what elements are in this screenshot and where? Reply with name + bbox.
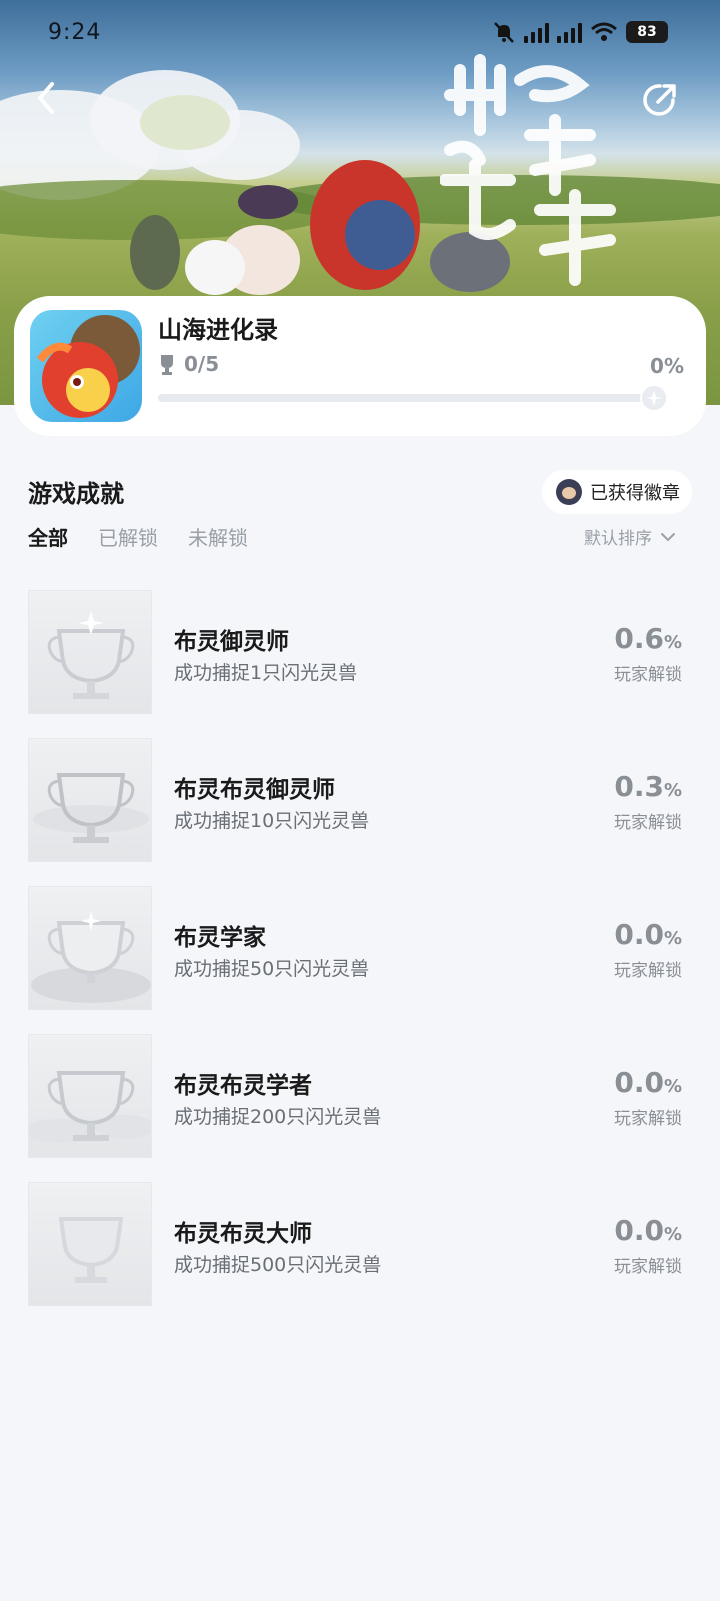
achievement-item[interactable]: 布灵学家 成功捕捉50只闪光灵兽 0.0% 玩家解锁 <box>28 886 692 1010</box>
tab-all[interactable]: 全部 <box>28 522 68 551</box>
achievement-unlock-rate: 0.0% <box>614 918 682 951</box>
achievement-description: 成功捕捉50只闪光灵兽 <box>174 958 370 980</box>
game-info-card: 山海进化录 0/5 0% <box>14 296 706 436</box>
back-button[interactable] <box>28 78 64 118</box>
game-title: 山海进化录 <box>158 316 278 344</box>
status-bar: 9:24 83 <box>0 0 720 66</box>
achievement-name: 布灵布灵御灵师 <box>174 777 335 803</box>
achievement-unlock-label: 玩家解锁 <box>614 665 682 685</box>
achievement-unlock-label: 玩家解锁 <box>614 1109 682 1129</box>
achievement-unlock-label: 玩家解锁 <box>614 813 682 833</box>
achievement-unlock-rate: 0.6% <box>614 622 682 655</box>
earned-badges-button[interactable]: 已获得徽章 <box>542 470 692 514</box>
trophy-count-text: 0/5 <box>184 352 220 376</box>
mute-bell-icon <box>494 22 514 43</box>
wifi-icon <box>591 22 617 41</box>
badge-avatar-icon <box>556 479 582 505</box>
achievement-name: 布灵御灵师 <box>174 629 289 655</box>
trophy-image-icon <box>28 590 152 714</box>
achievement-description: 成功捕捉500只闪光灵兽 <box>174 1254 382 1276</box>
creature-bat <box>238 185 298 219</box>
trophy-image-icon <box>28 738 152 862</box>
tab-unlocked[interactable]: 已解锁 <box>98 522 158 551</box>
creature-shell <box>345 200 415 270</box>
progress-end-knob <box>640 384 668 412</box>
achievement-name: 布灵布灵学者 <box>174 1073 312 1099</box>
achievement-name: 布灵学家 <box>174 925 266 951</box>
share-button[interactable] <box>640 80 680 120</box>
phoenix-creature-icon <box>36 315 140 418</box>
tab-locked[interactable]: 未解锁 <box>188 522 248 551</box>
status-time: 9:24 <box>48 20 102 45</box>
achievement-description: 成功捕捉10只闪光灵兽 <box>174 810 370 832</box>
game-app-icon[interactable] <box>30 310 142 422</box>
signal-icon-2 <box>557 21 582 43</box>
achievement-unlock-rate: 0.3% <box>614 770 682 803</box>
achievement-item[interactable]: 布灵布灵大师 成功捕捉500只闪光灵兽 0.0% 玩家解锁 <box>28 1182 692 1306</box>
achievement-unlock-rate: 0.0% <box>614 1214 682 1247</box>
sort-dropdown[interactable]: 默认排序 <box>584 524 676 549</box>
achievement-description: 成功捕捉1只闪光灵兽 <box>174 662 358 684</box>
earned-badges-label: 已获得徽章 <box>590 483 680 504</box>
creature-white-cat <box>185 240 245 295</box>
share-icon <box>643 84 676 116</box>
signal-icon-1 <box>524 21 549 43</box>
sort-label: 默认排序 <box>584 529 652 549</box>
achievement-item[interactable]: 布灵布灵学者 成功捕捉200只闪光灵兽 0.0% 玩家解锁 <box>28 1034 692 1158</box>
trophy-progress: 0/5 <box>158 352 219 376</box>
achievement-name: 布灵布灵大师 <box>174 1221 312 1247</box>
achievement-item[interactable]: 布灵布灵御灵师 成功捕捉10只闪光灵兽 0.3% 玩家解锁 <box>28 738 692 862</box>
creature-child <box>130 215 180 290</box>
trophy-image-icon <box>28 1182 152 1306</box>
battery-icon: 83 <box>626 21 668 43</box>
achievement-list: 布灵御灵师 成功捕捉1只闪光灵兽 0.6% 玩家解锁 布灵布灵御灵师 成功捕捉1… <box>28 590 692 1330</box>
achievement-filter-tabs: 全部 已解锁 未解锁 <box>28 522 248 551</box>
achievement-description: 成功捕捉200只闪光灵兽 <box>174 1106 382 1128</box>
chevron-left-icon <box>38 82 54 114</box>
trophy-image-icon <box>28 886 152 1010</box>
status-icons: 83 <box>492 20 668 44</box>
sparkle-icon <box>646 390 662 406</box>
game-logo-calligraphy <box>440 54 616 286</box>
section-title: 游戏成就 <box>28 480 124 508</box>
achievement-unlock-label: 玩家解锁 <box>614 961 682 981</box>
achievement-unlock-rate: 0.0% <box>614 1066 682 1099</box>
achievement-item[interactable]: 布灵御灵师 成功捕捉1只闪光灵兽 0.6% 玩家解锁 <box>28 590 692 714</box>
completion-progress-bar <box>158 394 668 402</box>
trophy-image-icon <box>28 1034 152 1158</box>
chevron-down-icon <box>661 532 675 541</box>
achievement-unlock-label: 玩家解锁 <box>614 1257 682 1277</box>
creature-bird <box>140 95 230 150</box>
completion-percent: 0% <box>650 354 684 378</box>
trophy-icon <box>161 355 173 375</box>
